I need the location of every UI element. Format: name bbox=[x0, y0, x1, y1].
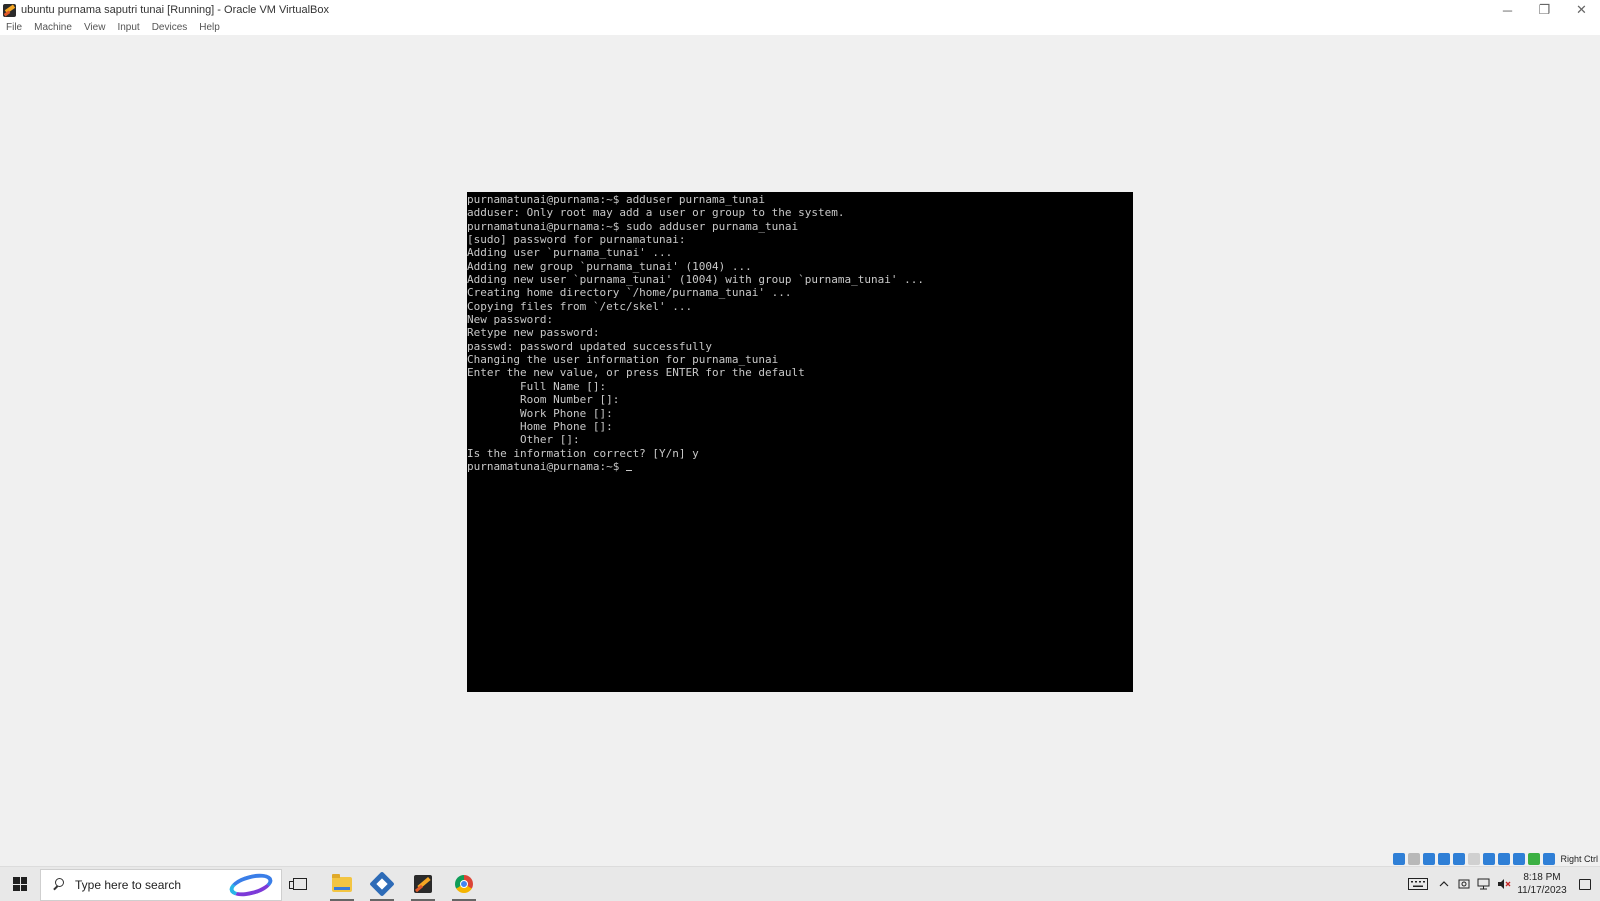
task-view-button[interactable] bbox=[280, 867, 320, 901]
window-controls: ─ ❐ ✕ bbox=[1489, 0, 1600, 20]
terminal-line: purnamatunai@purnama:~$ adduser purnama_… bbox=[467, 193, 766, 206]
taskbar-chrome[interactable] bbox=[444, 867, 484, 901]
terminal-console[interactable]: purnamatunai@purnama:~$ adduser purnama_… bbox=[467, 192, 1133, 473]
terminal-line: Home Phone []: bbox=[467, 419, 613, 433]
notification-center-icon[interactable] bbox=[1570, 867, 1600, 901]
menu-view[interactable]: View bbox=[78, 22, 112, 33]
text-cursor bbox=[625, 469, 632, 471]
taskbar-virtualbox-vm[interactable] bbox=[403, 867, 443, 901]
display-icon[interactable] bbox=[1483, 853, 1496, 865]
file-explorer-icon bbox=[332, 873, 352, 892]
terminal-line: Enter the new value, or press ENTER for … bbox=[467, 366, 805, 380]
terminal-line: adduser: Only root may add a user or gro… bbox=[467, 206, 845, 220]
restore-button[interactable]: ❐ bbox=[1526, 0, 1563, 20]
terminal-prompt-line[interactable]: purnamatunai@purnama:~$ bbox=[467, 460, 1133, 473]
terminal-line: Adding user `purnama_tunai' ... bbox=[467, 246, 673, 260]
search-icon bbox=[51, 877, 67, 893]
menu-help[interactable]: Help bbox=[193, 22, 226, 33]
volume-muted-icon[interactable] bbox=[1494, 867, 1514, 901]
virtualbox-icon bbox=[369, 871, 395, 897]
terminal-line: Is the information correct? [Y/n] y bbox=[467, 446, 699, 460]
hard-disk-icon[interactable] bbox=[1393, 853, 1406, 865]
taskbar-search-box[interactable]: Type here to search bbox=[40, 869, 282, 901]
window-title-bar[interactable]: ubuntu purnama saputri tunai [Running] -… bbox=[0, 0, 1600, 20]
search-placeholder: Type here to search bbox=[75, 878, 182, 892]
terminal-line: Work Phone []: bbox=[467, 406, 613, 420]
network-icon[interactable] bbox=[1438, 853, 1451, 865]
taskbar-file-explorer[interactable] bbox=[322, 867, 362, 901]
cpu-icon[interactable] bbox=[1513, 853, 1526, 865]
virtualbox-vm-icon bbox=[3, 3, 16, 17]
mouse-integration-icon[interactable] bbox=[1543, 853, 1556, 865]
guest-additions-icon[interactable] bbox=[1528, 853, 1541, 865]
host-key-label: Right Ctrl bbox=[1560, 854, 1598, 864]
optical-drive-icon[interactable] bbox=[1408, 853, 1421, 865]
terminal-prompt: purnamatunai@purnama:~$ bbox=[467, 459, 626, 473]
terminal-line: Full Name []: bbox=[467, 379, 607, 393]
vm-status-bar: Right Ctrl bbox=[1393, 851, 1598, 867]
terminal-line: passwd: password updated successfully bbox=[467, 339, 713, 353]
terminal-line: Other []: bbox=[467, 433, 580, 447]
usb-icon[interactable] bbox=[1453, 853, 1466, 865]
bing-chat-icon[interactable] bbox=[227, 872, 275, 898]
taskbar-clock[interactable]: 8:18 PM 11/17/2023 bbox=[1514, 871, 1570, 897]
vm-display[interactable]: purnamatunai@purnama:~$ adduser purnama_… bbox=[467, 192, 1133, 692]
menu-machine[interactable]: Machine bbox=[28, 22, 78, 33]
terminal-line: Room Number []: bbox=[467, 393, 620, 407]
network-icon[interactable] bbox=[1474, 867, 1494, 901]
terminal-line: purnamatunai@purnama:~$ sudo adduser pur… bbox=[467, 219, 799, 233]
virtualbox-vm-icon bbox=[414, 875, 432, 893]
terminal-line: [sudo] password for purnamatunai: bbox=[467, 233, 686, 247]
terminal-line: New password: bbox=[467, 313, 554, 327]
menu-devices[interactable]: Devices bbox=[146, 22, 194, 33]
audio-icon[interactable] bbox=[1423, 853, 1436, 865]
video-capture-icon[interactable] bbox=[1498, 853, 1511, 865]
chevron-up-icon[interactable] bbox=[1434, 867, 1454, 901]
windows-logo-icon bbox=[13, 877, 27, 891]
taskbar: Type here to search 8:18 PM 11/17/2023 bbox=[0, 866, 1600, 901]
terminal-line: Creating home directory `/home/purnama_t… bbox=[467, 286, 792, 300]
shared-folders-icon[interactable] bbox=[1468, 853, 1481, 865]
clock-time: 8:18 PM bbox=[1523, 872, 1561, 883]
close-button[interactable]: ✕ bbox=[1563, 0, 1600, 20]
chrome-icon bbox=[455, 875, 473, 893]
camera-icon[interactable] bbox=[1454, 867, 1474, 901]
minimize-button[interactable]: ─ bbox=[1489, 0, 1526, 20]
menu-file[interactable]: File bbox=[0, 22, 28, 33]
terminal-line: Adding new user `purnama_tunai' (1004) w… bbox=[467, 273, 924, 287]
keyboard-layout-icon[interactable] bbox=[1402, 867, 1434, 901]
window-title: ubuntu purnama saputri tunai [Running] -… bbox=[21, 4, 329, 16]
menu-input[interactable]: Input bbox=[111, 22, 145, 33]
menu-bar: File Machine View Input Devices Help bbox=[0, 20, 1600, 36]
task-view-icon bbox=[289, 878, 307, 890]
terminal-line: Adding new group `purnama_tunai' (1004) … bbox=[467, 259, 752, 273]
system-tray: 8:18 PM 11/17/2023 bbox=[1402, 867, 1600, 901]
clock-date: 11/17/2023 bbox=[1517, 885, 1567, 896]
taskbar-virtualbox-manager[interactable] bbox=[362, 867, 402, 901]
start-button[interactable] bbox=[0, 867, 40, 901]
terminal-line: Copying files from `/etc/skel' ... bbox=[467, 299, 693, 313]
terminal-line: Changing the user information for purnam… bbox=[467, 353, 779, 367]
terminal-line: Retype new password: bbox=[467, 326, 600, 340]
